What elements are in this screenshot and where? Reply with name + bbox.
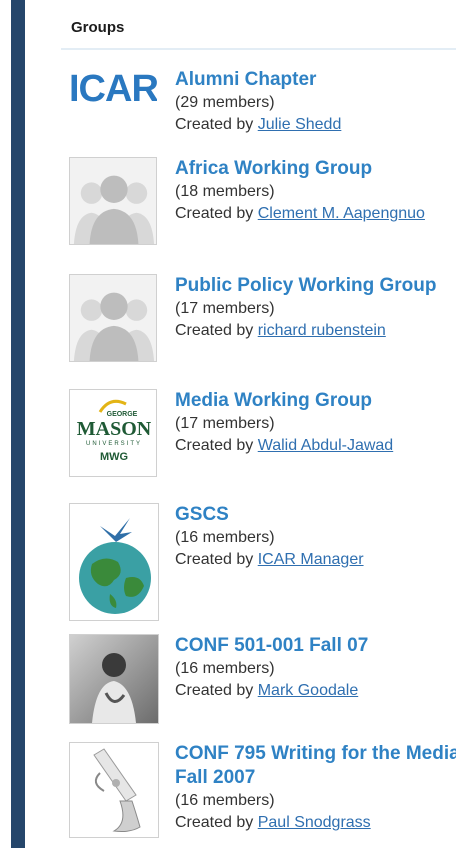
created-by-label: Created by xyxy=(175,682,258,699)
member-count: (18 members) xyxy=(175,183,275,200)
group-name-link[interactable]: GSCS xyxy=(175,503,456,527)
creator-link[interactable]: ICAR Manager xyxy=(258,551,364,568)
creator-link[interactable]: Mark Goodale xyxy=(258,682,359,699)
group-name-link[interactable]: CONF 501-001 Fall 07 xyxy=(175,634,456,658)
created-by-label: Created by xyxy=(175,116,258,133)
creator-link[interactable]: Julie Shedd xyxy=(258,116,342,133)
creator-link[interactable]: richard rubenstein xyxy=(258,322,386,339)
group-thumbnail-default[interactable] xyxy=(69,157,157,245)
group-name-link[interactable]: Media Working Group xyxy=(175,389,456,413)
creator-link[interactable]: Clement M. Aapengnuo xyxy=(258,205,425,222)
mason-logo-main: MASON xyxy=(77,418,152,440)
member-count: (17 members) xyxy=(175,300,275,317)
created-by: Created by Julie Shedd xyxy=(175,114,456,136)
group-info: Africa Working Group (18 members) Create… xyxy=(175,157,456,225)
icar-logo-icon: ICAR xyxy=(69,68,157,110)
created-by-label: Created by xyxy=(175,814,258,831)
group-info: Media Working Group (17 members) Created… xyxy=(175,389,456,457)
created-by: Created by Clement M. Aapengnuo xyxy=(175,203,456,225)
mason-logo-abbr: MWG xyxy=(100,451,128,463)
group-thumbnail-mason[interactable]: GEORGE MASON UNIVERSITY MWG xyxy=(69,389,157,477)
icar-logo-text: ICAR xyxy=(69,68,157,108)
sidebar-stripe xyxy=(11,0,25,848)
member-count: (16 members) xyxy=(175,792,275,809)
mason-logo-top: GEORGE xyxy=(107,411,138,418)
created-by: Created by richard rubenstein xyxy=(175,320,456,342)
created-by-label: Created by xyxy=(175,551,258,568)
creator-link[interactable]: Paul Snodgrass xyxy=(258,814,371,831)
member-count: (16 members) xyxy=(175,660,275,677)
member-count: (17 members) xyxy=(175,415,275,432)
group-thumbnail-icar[interactable]: ICAR xyxy=(69,68,157,156)
people-placeholder-icon xyxy=(70,158,156,244)
group-name-link[interactable]: Africa Working Group xyxy=(175,157,456,181)
award-trophy-icon xyxy=(70,743,158,837)
group-info: GSCS (16 members) Created by ICAR Manage… xyxy=(175,503,456,571)
header-divider xyxy=(61,48,456,50)
creator-link[interactable]: Walid Abdul-Jawad xyxy=(258,437,393,454)
group-info: Alumni Chapter (29 members) Created by J… xyxy=(175,68,456,136)
portrait-photo-icon xyxy=(70,635,158,723)
created-by-label: Created by xyxy=(175,437,258,454)
left-gutter xyxy=(0,0,11,848)
created-by-label: Created by xyxy=(175,322,258,339)
created-by: Created by Paul Snodgrass xyxy=(175,812,456,834)
group-info: CONF 795 Writing for the Media Fall 2007… xyxy=(175,742,456,834)
created-by: Created by Walid Abdul-Jawad xyxy=(175,435,425,457)
group-thumbnail-default[interactable] xyxy=(69,274,157,362)
group-name-link[interactable]: CONF 795 Writing for the Media Fall 2007 xyxy=(175,742,456,790)
group-info: Public Policy Working Group (17 members)… xyxy=(175,274,456,342)
created-by: Created by ICAR Manager xyxy=(175,549,456,571)
group-thumbnail-photo[interactable] xyxy=(69,634,159,724)
panel-title: Groups xyxy=(71,19,125,36)
created-by-label: Created by xyxy=(175,205,258,222)
groups-panel: Groups ICAR Alumni Chapter (29 members) … xyxy=(25,0,456,848)
globe-dove-icon xyxy=(70,504,158,620)
created-by: Created by Mark Goodale xyxy=(175,680,456,702)
group-name-link[interactable]: Public Policy Working Group xyxy=(175,274,456,298)
people-placeholder-icon xyxy=(70,275,156,361)
mason-logo-sub: UNIVERSITY xyxy=(86,441,142,447)
group-thumbnail-gscs[interactable] xyxy=(69,503,159,621)
group-thumbnail-award[interactable] xyxy=(69,742,159,838)
member-count: (29 members) xyxy=(175,94,275,111)
member-count: (16 members) xyxy=(175,529,275,546)
mason-logo-icon: GEORGE MASON UNIVERSITY MWG xyxy=(70,390,156,476)
group-info: CONF 501-001 Fall 07 (16 members) Create… xyxy=(175,634,456,702)
group-name-link[interactable]: Alumni Chapter xyxy=(175,68,456,92)
